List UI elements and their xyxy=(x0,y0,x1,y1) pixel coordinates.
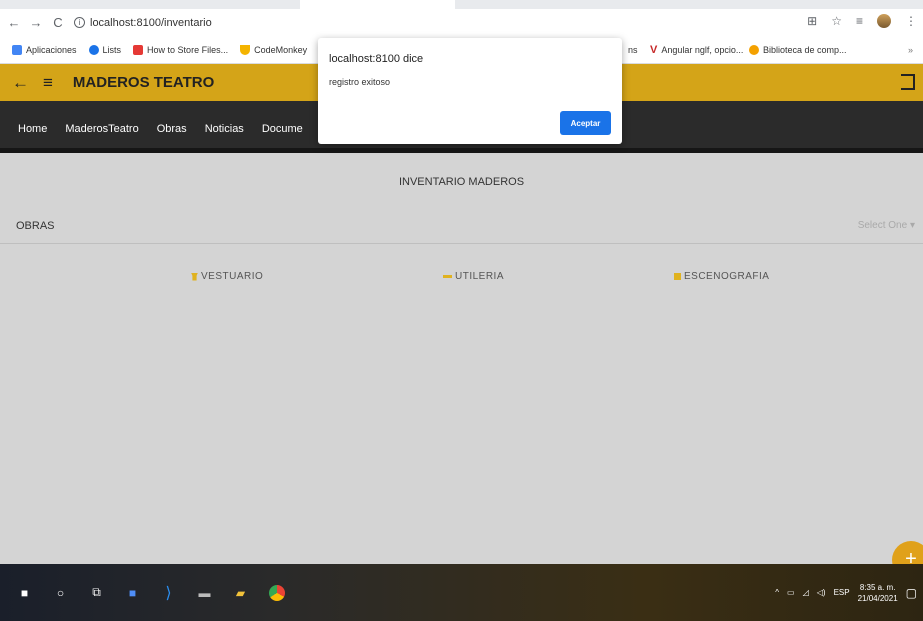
bookmark-store-files[interactable]: How to Store Files... xyxy=(133,44,228,55)
translate-icon[interactable]: ⊞ xyxy=(807,14,817,28)
battery-icon[interactable]: ▭ xyxy=(787,588,795,597)
bookmark-ns[interactable]: ns xyxy=(628,36,638,64)
reading-list-icon[interactable]: ≡ xyxy=(856,14,863,28)
reload-icon[interactable]: C xyxy=(50,15,66,30)
apps-grid-icon xyxy=(12,44,22,55)
system-tray: ^ ▭ ◿ ◁) ESP 8:35 a. m. 21/04/2021 ▢ xyxy=(775,564,917,621)
url-text[interactable]: localhost:8100/inventario xyxy=(90,17,212,29)
chrome-icon[interactable] xyxy=(265,581,288,604)
accept-button[interactable]: Aceptar xyxy=(560,111,611,135)
back-arrow-icon[interactable]: ← xyxy=(6,15,22,30)
category-vestuario[interactable]: VESTUARIO xyxy=(191,271,263,282)
clock[interactable]: 8:35 a. m. 21/04/2021 xyxy=(858,582,898,604)
profile-avatar[interactable] xyxy=(877,14,891,28)
photos-icon[interactable]: ▬ xyxy=(193,581,216,604)
caret-down-icon: ▾ xyxy=(909,220,915,231)
library-icon xyxy=(749,45,759,55)
alert-dialog: localhost:8100 dice registro exitoso Ace… xyxy=(318,38,622,144)
dialog-message: registro exitoso xyxy=(329,77,391,87)
url-field[interactable]: i localhost:8100/inventario xyxy=(74,17,212,29)
star-icon[interactable]: ☆ xyxy=(831,14,842,28)
obras-label: OBRAS xyxy=(16,220,55,232)
app-icon[interactable]: ■ xyxy=(121,581,144,604)
bookmark-angular[interactable]: V Angular nglf, opcio... xyxy=(650,36,743,64)
nav-divider xyxy=(0,148,923,153)
dialog-title: localhost:8100 dice xyxy=(329,53,424,65)
windows-taskbar: ■ ○ ⧉ ■ ⟩ ▬ ▰ ^ ▭ ◿ ◁) ESP 8:35 a. m. 21… xyxy=(0,564,923,621)
address-bar: ← → C i localhost:8100/inventario ⊞ ☆ ≡ … xyxy=(0,9,923,36)
browser-actions: ⊞ ☆ ≡ ⋮ xyxy=(807,14,917,28)
nav-maderosteatro[interactable]: MaderosTeatro xyxy=(65,123,138,135)
hamburger-menu-icon[interactable]: ≡ xyxy=(43,73,53,93)
shirt-icon xyxy=(191,272,198,281)
language-indicator[interactable]: ESP xyxy=(834,588,850,597)
app-title: MADEROS TEATRO xyxy=(72,74,215,91)
category-utileria[interactable]: UTILERIA xyxy=(443,271,504,282)
more-bookmarks-icon[interactable]: » xyxy=(908,36,913,64)
tab-strip xyxy=(0,0,923,9)
clock-date: 21/04/2021 xyxy=(857,593,898,603)
notifications-icon[interactable]: ▢ xyxy=(906,586,917,600)
vscode-icon[interactable]: ⟩ xyxy=(157,581,180,604)
wifi-icon[interactable]: ◿ xyxy=(803,588,809,597)
scene-icon xyxy=(674,273,681,280)
logout-icon[interactable] xyxy=(901,74,915,90)
nav-obras[interactable]: Obras xyxy=(157,123,187,135)
task-view-icon[interactable]: ⧉ xyxy=(85,581,108,604)
obras-select[interactable]: Select One ▾ xyxy=(858,220,915,231)
nav-home[interactable]: Home xyxy=(18,123,47,135)
bookmark-lists[interactable]: Lists xyxy=(88,44,121,55)
back-arrow-icon[interactable]: ← xyxy=(12,73,29,93)
kebab-menu-icon[interactable]: ⋮ xyxy=(905,14,917,28)
tool-icon xyxy=(443,275,452,278)
page-title: INVENTARIO MADEROS xyxy=(398,176,525,188)
youtube-icon xyxy=(133,44,144,55)
lists-icon xyxy=(88,44,99,55)
chrome-logo-shape xyxy=(268,584,285,601)
volume-icon[interactable]: ◁) xyxy=(817,588,826,597)
clock-time: 8:35 a. m. xyxy=(859,582,896,592)
info-icon[interactable]: i xyxy=(74,17,85,28)
forward-arrow-icon[interactable]: → xyxy=(28,15,44,30)
windows-start-icon[interactable]: ■ xyxy=(13,581,36,604)
codemonkey-icon xyxy=(240,44,251,55)
bookmark-biblioteca[interactable]: Biblioteca de comp... xyxy=(749,36,847,64)
file-explorer-icon[interactable]: ▰ xyxy=(229,581,252,604)
chevron-up-icon[interactable]: ^ xyxy=(775,588,779,597)
nav-documentos[interactable]: Docume xyxy=(262,123,303,135)
bookmark-apps[interactable]: Aplicaciones xyxy=(12,44,77,55)
search-circle-icon[interactable]: ○ xyxy=(49,581,72,604)
angular-v-icon: V xyxy=(650,44,658,56)
category-escenografia[interactable]: ESCENOGRAFIA xyxy=(674,271,769,282)
obras-select-row: OBRAS Select One ▾ xyxy=(0,208,923,244)
nav-noticias[interactable]: Noticias xyxy=(205,123,244,135)
bookmark-codemonkey[interactable]: CodeMonkey xyxy=(240,44,307,55)
